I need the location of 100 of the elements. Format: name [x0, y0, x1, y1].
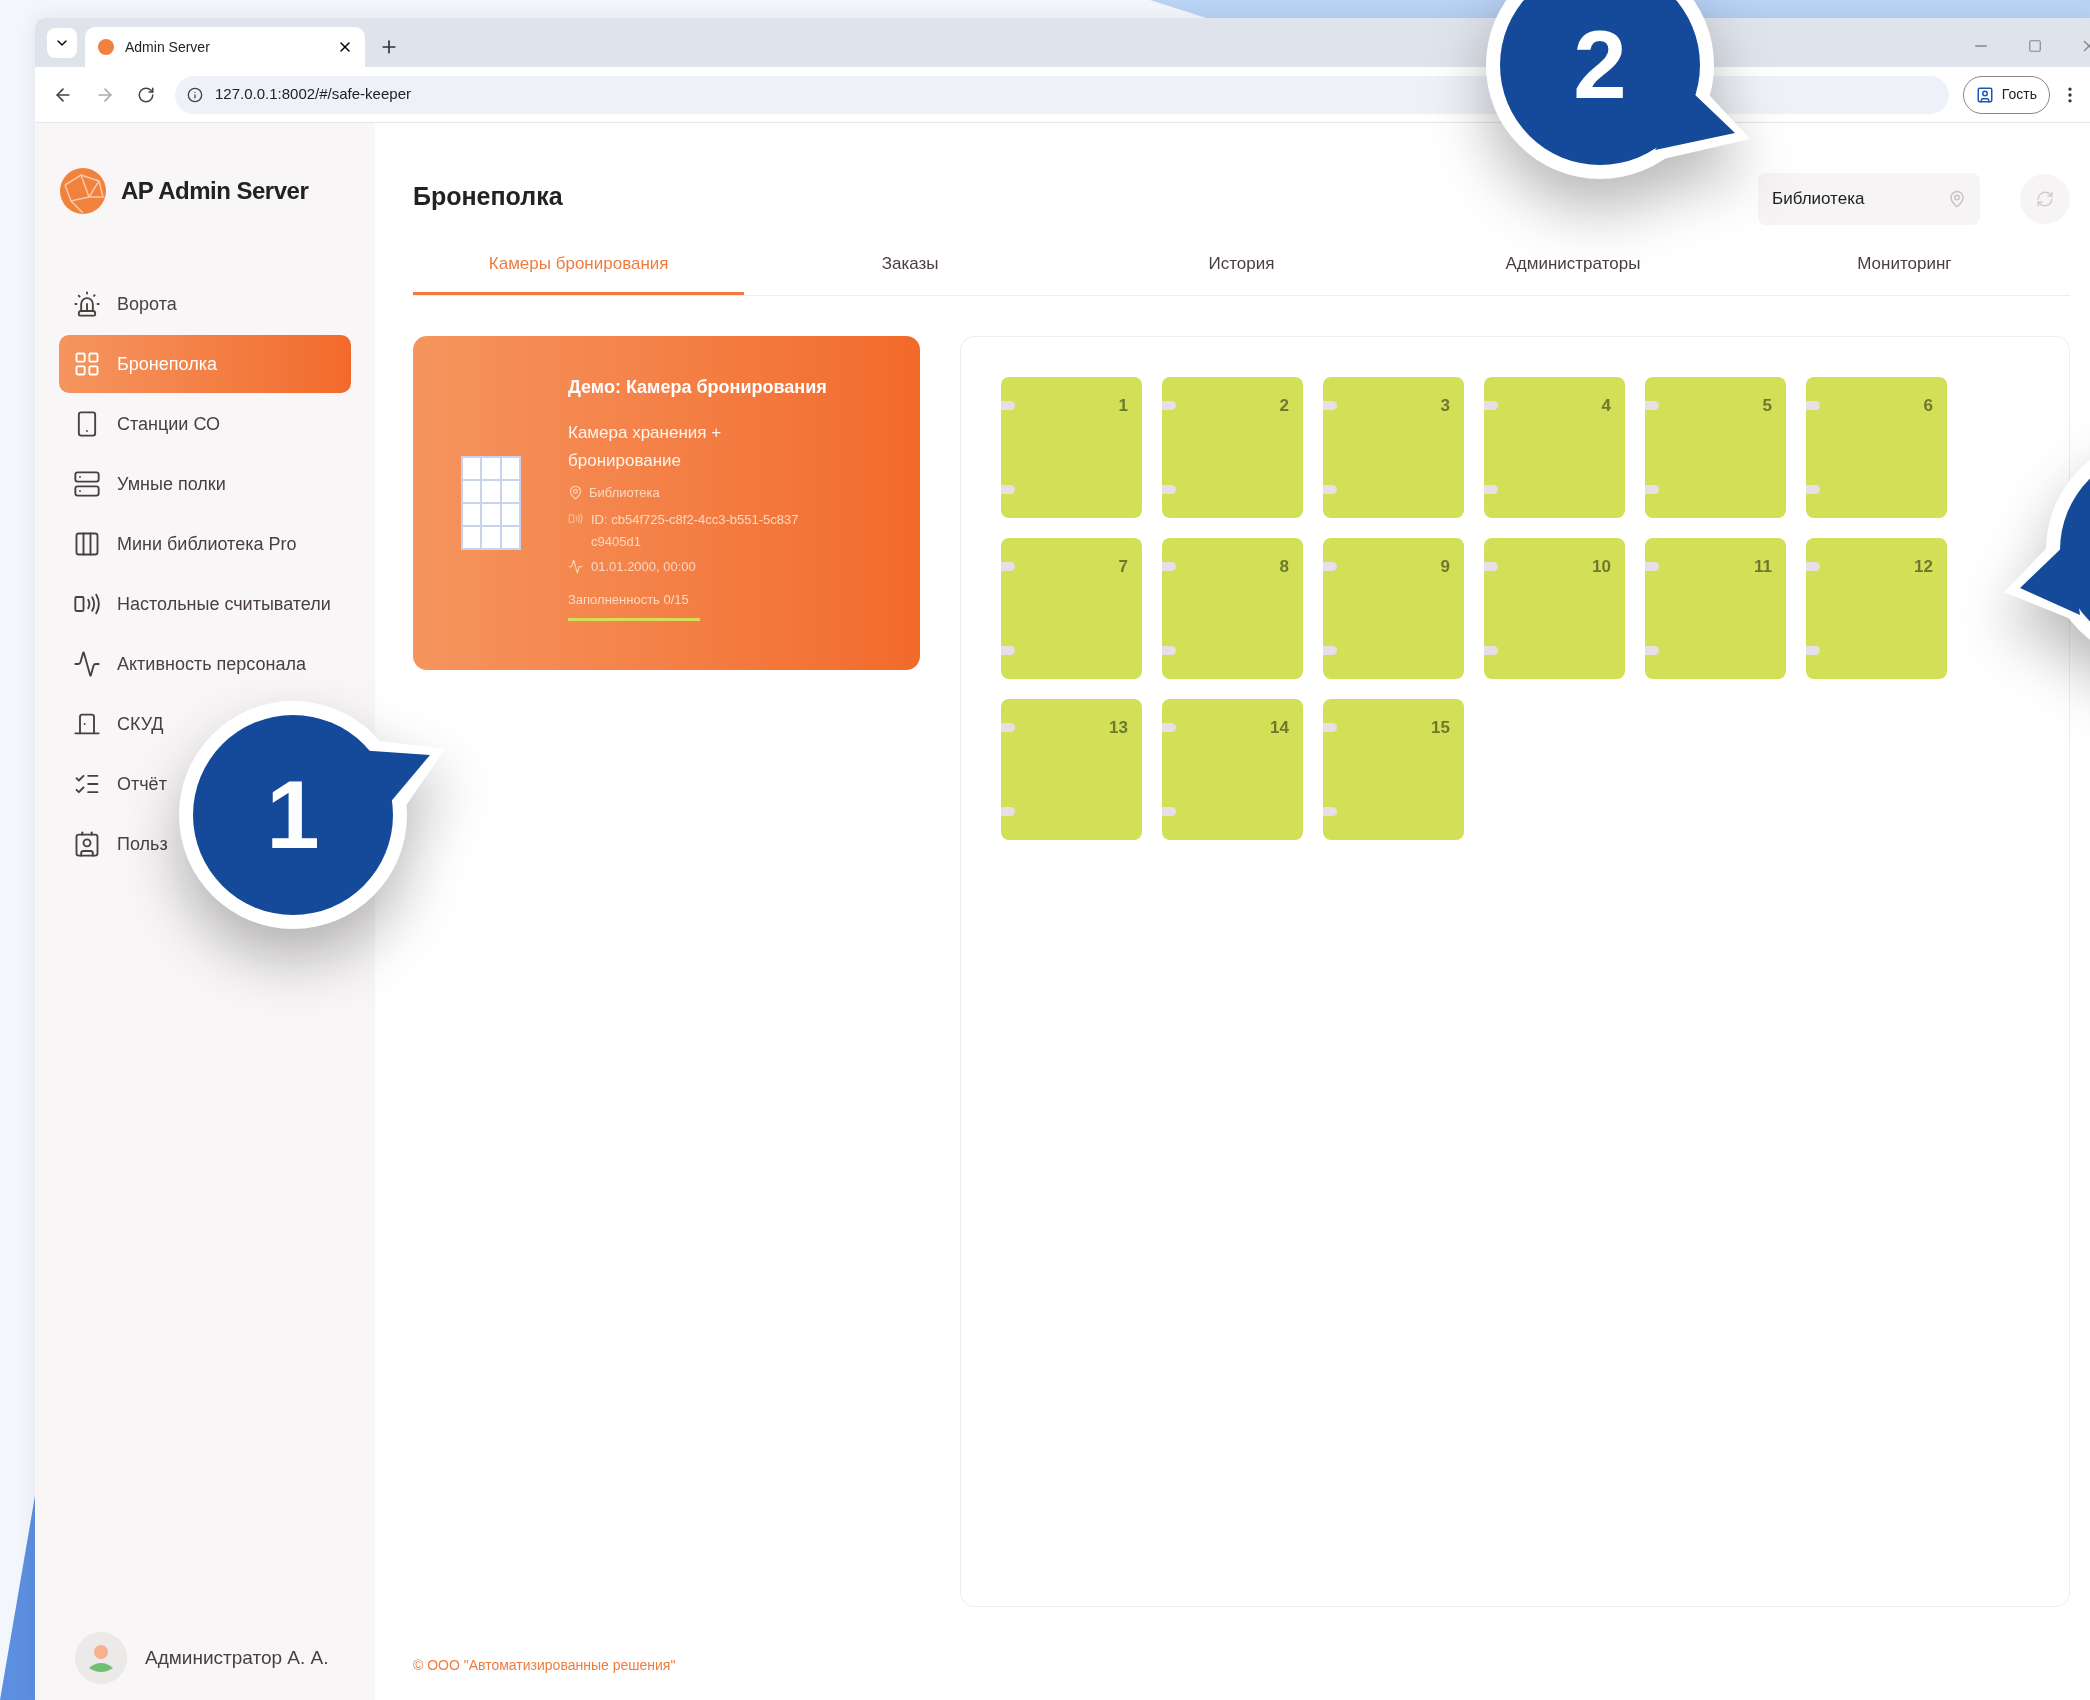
tab-list-button[interactable] — [47, 28, 77, 58]
door-hinge — [1484, 401, 1498, 410]
cell-number: 8 — [1279, 556, 1289, 578]
user-list-icon — [73, 830, 101, 858]
nav-item[interactable]: Станции СО — [59, 395, 235, 453]
door-hinge — [1806, 485, 1820, 494]
card-subtitle: Камера хранения + бронирование — [568, 422, 723, 472]
locker-cell[interactable]: 5 — [1645, 377, 1786, 518]
cell-number: 14 — [1270, 717, 1289, 739]
locker-cell[interactable]: 13 — [1001, 699, 1142, 840]
door-hinge — [1645, 401, 1659, 410]
door-hinge — [1162, 646, 1176, 655]
nav-item[interactable]: Умные полки — [59, 455, 240, 513]
door-hinge — [1323, 562, 1337, 571]
cabinet-icon — [73, 530, 101, 558]
user-name: Администратор А. А. — [145, 1645, 329, 1670]
door-hinge — [1484, 646, 1498, 655]
cell-number: 2 — [1279, 395, 1289, 417]
door-hinge — [1162, 401, 1176, 410]
door-hinge — [1162, 562, 1176, 571]
nav-item[interactable]: Мини библиотека Pro — [59, 515, 311, 573]
door-hinge — [1323, 485, 1337, 494]
locker-card[interactable]: Демо: Камера бронирования Камера хранения + бронирование Библиотека ID: cb54f725-c8f2-4cc3-b551-5c837c9405d1 01.01.2000, 00:00 Заполненность 0/15 — [413, 336, 920, 670]
cell-number: 3 — [1440, 395, 1450, 417]
tab[interactable]: История — [1075, 235, 1408, 295]
map-pin-icon — [568, 485, 583, 501]
locker-cell[interactable]: 1 — [1001, 377, 1142, 518]
cell-number: 13 — [1109, 717, 1128, 739]
fill-label: Заполненность 0/15 — [568, 591, 689, 609]
door-hinge — [1162, 723, 1176, 732]
cell-number: 4 — [1601, 395, 1611, 417]
cell-number: 11 — [1754, 556, 1772, 578]
shelves-icon — [73, 470, 101, 498]
door-hinge — [1001, 401, 1015, 410]
locker-cell[interactable]: 12 — [1806, 538, 1947, 679]
locker-cell[interactable]: 9 — [1323, 538, 1464, 679]
tab[interactable]: Заказы — [744, 235, 1076, 295]
avatar-icon — [75, 1632, 127, 1684]
info-icon — [187, 86, 203, 103]
nav-item[interactable]: Бронеполка — [59, 335, 351, 393]
door-hinge — [1484, 562, 1498, 571]
door-hinge — [1001, 723, 1015, 732]
card-location: Библиотека — [589, 484, 660, 502]
nav-item[interactable]: СКУД — [59, 695, 178, 753]
door-hinge — [1806, 401, 1820, 410]
locker-cell[interactable]: 14 — [1162, 699, 1303, 840]
card-id: ID: cb54f725-c8f2-4cc3-b551-5c837c9405d1 — [591, 510, 800, 551]
locker-cell[interactable]: 3 — [1323, 377, 1464, 518]
reader-icon — [568, 510, 583, 526]
locker-cell[interactable]: 2 — [1162, 377, 1303, 518]
activity-icon — [568, 558, 583, 574]
cell-number: 6 — [1923, 395, 1933, 417]
door-hinge — [1323, 646, 1337, 655]
map-pin-icon — [1948, 190, 1966, 208]
location-select[interactable]: Библиотека — [1758, 173, 1980, 225]
cell-number: 12 — [1914, 556, 1933, 578]
door-hinge — [1806, 562, 1820, 571]
nav-item[interactable]: Активность персонала — [59, 635, 320, 693]
locker-icon — [460, 456, 521, 550]
tab[interactable]: Администраторы — [1407, 235, 1739, 295]
brand-name: AP Admin Server — [121, 176, 309, 206]
refresh-icon — [2036, 190, 2054, 208]
door-hinge — [1323, 807, 1337, 816]
door-hinge — [1162, 485, 1176, 494]
door-hinge — [1484, 485, 1498, 494]
cell-number: 10 — [1592, 556, 1611, 578]
nav-item[interactable]: Ворота — [59, 275, 191, 333]
door-hinge — [1323, 723, 1337, 732]
cell-number: 9 — [1440, 556, 1450, 578]
profile-icon — [1975, 85, 1994, 104]
locker-cell[interactable]: 10 — [1484, 538, 1625, 679]
door-hinge — [1162, 807, 1176, 816]
card-date: 01.01.2000, 00:00 — [591, 557, 696, 576]
nav-item[interactable]: Отчёт — [59, 755, 181, 813]
door-hinge — [1001, 807, 1015, 816]
browser-tab[interactable]: Admin Server — [85, 27, 365, 67]
door-hinge — [1001, 646, 1015, 655]
door-hinge — [1001, 562, 1015, 571]
locker-cell[interactable]: 8 — [1162, 538, 1303, 679]
copyright-text: © ООО "Автоматизированные решения" — [413, 1655, 676, 1675]
tab[interactable]: Мониторинг — [1738, 235, 2071, 295]
nav-item[interactable]: Настольные считыватели — [59, 575, 345, 633]
cell-number: 1 — [1118, 395, 1128, 417]
locker-cell[interactable]: 7 — [1001, 538, 1142, 679]
locker-cell[interactable]: 6 — [1806, 377, 1947, 518]
door-hinge — [1806, 646, 1820, 655]
door-hinge — [1645, 646, 1659, 655]
cell-number: 15 — [1431, 717, 1450, 739]
reload-icon[interactable] — [137, 85, 155, 104]
activity-icon — [73, 650, 101, 678]
card-title: Демо: Камера бронирования — [568, 376, 828, 399]
cell-number: 5 — [1762, 395, 1772, 417]
locker-cell[interactable]: 15 — [1323, 699, 1464, 840]
maximize-icon[interactable] — [2028, 39, 2042, 53]
tab[interactable]: Камеры бронирования — [413, 235, 745, 295]
nav-item[interactable]: Польз — [59, 815, 182, 873]
locker-cell[interactable]: 11 — [1645, 538, 1786, 679]
door-hinge — [1323, 401, 1337, 410]
locker-cell[interactable]: 4 — [1484, 377, 1625, 518]
grid-icon — [73, 350, 101, 378]
